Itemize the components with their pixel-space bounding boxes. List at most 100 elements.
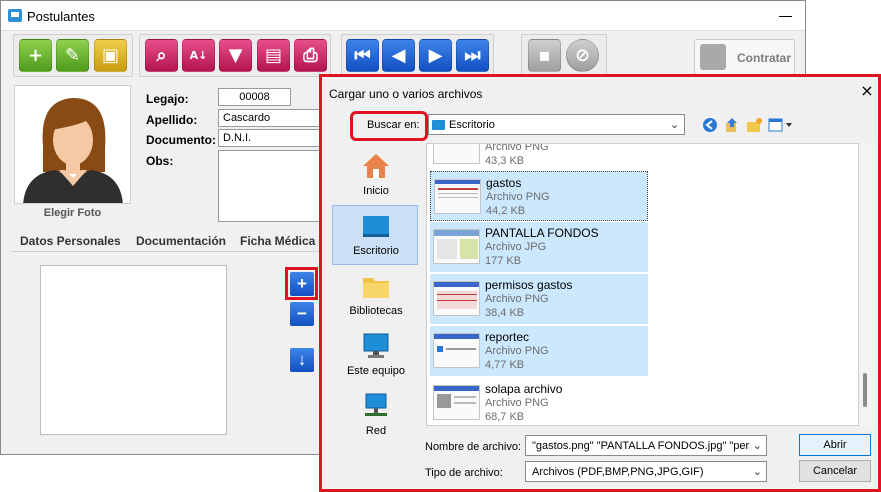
- filter-button[interactable]: ▼: [219, 39, 252, 72]
- file-item-gastos[interactable]: gastos Archivo PNG 44,2 KB: [430, 171, 648, 221]
- delete-button[interactable]: ▣: [94, 39, 127, 72]
- plus-icon: +: [297, 274, 307, 293]
- file-size: 177 KB: [485, 255, 522, 267]
- up-folder-button[interactable]: [724, 117, 740, 133]
- report-button[interactable]: ▤: [257, 39, 290, 72]
- filetype-label: Tipo de archivo:: [425, 467, 503, 479]
- file-item-pantalla-fondos[interactable]: PANTALLA FONDOS Archivo JPG 177 KB: [430, 222, 648, 272]
- arrow-left-icon: ◀: [391, 45, 406, 66]
- choose-photo-label[interactable]: Elegir Foto: [14, 207, 131, 219]
- open-button[interactable]: Abrir: [799, 434, 871, 456]
- skip-last-icon: ⏭: [464, 45, 481, 66]
- file-type: Archivo PNG: [485, 397, 549, 409]
- filetype-select[interactable]: Archivos (PDF,BMP,PNG,JPG,GIF) ⌄: [525, 461, 767, 482]
- arrow-right-icon: ▶: [428, 45, 443, 66]
- contratar-button[interactable]: Contratar: [694, 39, 795, 75]
- floppy-icon: ▪: [538, 45, 551, 66]
- app-icon: [8, 9, 22, 22]
- close-icon[interactable]: ×: [859, 83, 875, 99]
- print-button[interactable]: ⎙: [294, 39, 327, 72]
- dialog-title: Cargar uno o varios archivos: [329, 87, 483, 101]
- look-in-combo[interactable]: Escritorio ⌄: [428, 114, 685, 135]
- add-document-button[interactable]: +: [290, 272, 314, 296]
- filter-icon: ▼: [228, 45, 243, 66]
- chevron-down-icon: ⌄: [670, 119, 680, 131]
- minimize-button[interactable]: [771, 7, 801, 25]
- previous-record-button[interactable]: ◀: [382, 39, 415, 72]
- add-button[interactable]: +: [19, 39, 52, 72]
- edit-button[interactable]: ✎: [56, 39, 89, 72]
- remove-document-button[interactable]: −: [290, 302, 314, 326]
- file-size: 68,7 KB: [485, 411, 525, 423]
- look-in-value: Escritorio: [449, 119, 495, 131]
- place-bibliotecas[interactable]: Bibliotecas: [332, 265, 418, 325]
- apellido-field[interactable]: Cascardo: [218, 109, 321, 127]
- tab-ficha-medica[interactable]: Ficha Médica: [240, 234, 315, 248]
- next-record-button[interactable]: ▶: [419, 39, 452, 72]
- new-folder-button[interactable]: [746, 117, 762, 133]
- skip-first-icon: ⏮: [354, 45, 371, 66]
- up-folder-icon: [726, 118, 737, 132]
- file-type: Archivo PNG: [485, 293, 549, 305]
- save-button[interactable]: ▪: [528, 39, 561, 72]
- back-button[interactable]: [702, 117, 718, 133]
- new-folder-icon: [747, 118, 762, 132]
- chevron-down-icon: ⌄: [752, 466, 762, 478]
- last-record-button[interactable]: ⏭: [456, 39, 489, 72]
- file-name: solapa archivo: [485, 382, 563, 396]
- place-este-equipo[interactable]: Este equipo: [332, 325, 418, 385]
- desktop-folder-icon: [432, 120, 445, 130]
- applicant-photo[interactable]: [14, 85, 131, 204]
- view-menu-button[interactable]: [768, 117, 794, 133]
- file-name: reportec: [485, 330, 530, 344]
- file-thumbnail: [433, 333, 480, 368]
- documents-list[interactable]: [40, 265, 227, 435]
- cancel-icon: ⊘: [574, 45, 591, 66]
- filename-input[interactable]: "gastos.png" "PANTALLA FONDOS.jpg" "per …: [525, 435, 767, 456]
- file-item-reportec[interactable]: reportec Archivo PNG 4,77 KB: [430, 326, 648, 376]
- legajo-field[interactable]: 00008: [218, 88, 291, 106]
- magnifier-icon: ⌕: [156, 45, 167, 66]
- place-red[interactable]: Red: [332, 385, 418, 445]
- obs-textarea[interactable]: [218, 150, 321, 222]
- computer-icon: [363, 333, 389, 358]
- first-record-button[interactable]: ⏮: [346, 39, 379, 72]
- clipboard-icon: ▤: [264, 45, 282, 66]
- obs-label: Obs:: [146, 154, 174, 168]
- file-item[interactable]: Archivo PNG 43,3 KB: [430, 143, 648, 172]
- place-escritorio[interactable]: Escritorio: [332, 205, 418, 265]
- place-inicio[interactable]: Inicio: [332, 145, 418, 205]
- file-item-permisos-gastos[interactable]: permisos gastos Archivo PNG 38,4 KB: [430, 274, 648, 324]
- sort-az-icon: A↓: [189, 49, 208, 62]
- view-menu-icon: [768, 118, 792, 132]
- desktop-icon: [363, 216, 389, 237]
- contratar-label: Contratar: [737, 51, 792, 65]
- scrollbar-thumb[interactable]: [863, 373, 867, 407]
- file-type: Archivo PNG: [485, 143, 549, 153]
- arrow-down-icon: ↓: [297, 350, 307, 369]
- female-avatar-icon: [23, 98, 123, 203]
- file-thumbnail: [433, 385, 480, 420]
- pencil-icon: ✎: [64, 45, 81, 66]
- sort-button[interactable]: A↓: [182, 39, 215, 72]
- search-button[interactable]: ⌕: [145, 39, 178, 72]
- cancel-button[interactable]: Cancelar: [799, 460, 871, 482]
- open-file-dialog: Cargar uno o varios archivos × Buscar en…: [319, 74, 881, 492]
- documento-type-field[interactable]: D.N.I.: [218, 129, 321, 147]
- libraries-icon: [363, 278, 389, 298]
- tab-bar: Datos Personales Documentación Ficha Méd…: [11, 229, 321, 252]
- minus-icon: −: [297, 304, 307, 323]
- file-thumbnail: [433, 281, 480, 316]
- download-document-button[interactable]: ↓: [290, 348, 314, 372]
- add-user-icon: [700, 44, 726, 70]
- apellido-label: Apellido:: [146, 113, 198, 127]
- cancel-edit-button[interactable]: ⊘: [566, 39, 599, 72]
- tab-documentacion[interactable]: Documentación: [136, 234, 226, 248]
- file-list[interactable]: Archivo PNG 43,3 KB gastos Archivo PNG 4…: [426, 143, 859, 426]
- file-name: PANTALLA FONDOS: [485, 226, 599, 240]
- documento-label: Documento:: [146, 133, 216, 147]
- legajo-label: Legajo:: [146, 92, 189, 106]
- tab-datos-personales[interactable]: Datos Personales: [20, 234, 121, 248]
- file-item-solapa-archivo[interactable]: solapa archivo Archivo PNG 68,7 KB: [430, 378, 648, 425]
- file-thumbnail: [433, 229, 480, 264]
